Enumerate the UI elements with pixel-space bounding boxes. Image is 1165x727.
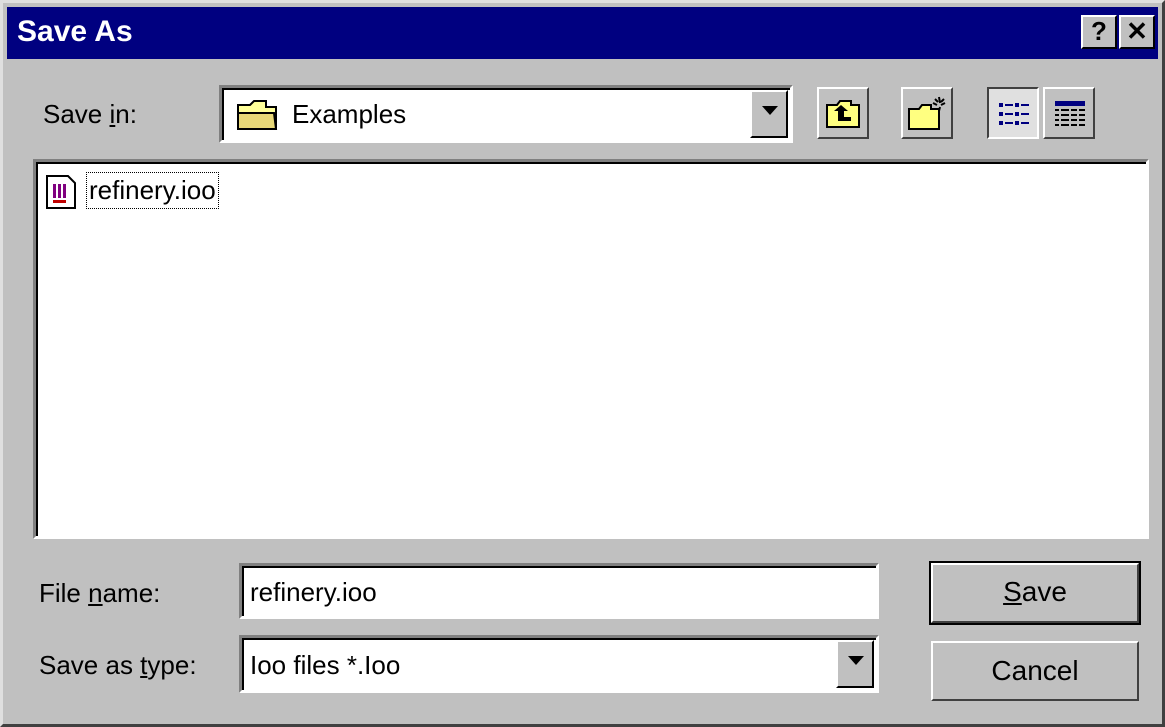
details-view-button[interactable] [1043,87,1095,139]
details-view-icon [1055,101,1085,126]
save-as-type-dropdown-button[interactable] [836,640,874,688]
save-as-type-dropdown[interactable]: Ioo files *.Ioo [239,635,879,693]
save-in-label: Save in: [43,99,137,129]
file-list[interactable]: refinery.ioo [33,159,1149,539]
up-one-level-button[interactable] [817,87,869,139]
new-folder-icon [908,96,946,130]
save-as-type-value: Ioo files *.Ioo [250,650,401,680]
save-in-dropdown-button[interactable] [750,90,788,138]
close-icon: ✕ [1126,16,1148,46]
list-view-icon [999,103,1029,125]
title-bar[interactable]: Save As ? ✕ [7,7,1158,59]
save-as-dialog: Save As ? ✕ Save in: Examples refinery.i… [0,0,1165,727]
file-name-label: File name: [39,578,161,608]
file-name-input[interactable]: refinery.ioo [239,563,879,619]
file-name-text: refinery.ioo [86,172,219,209]
folder-icon [237,100,278,130]
help-button[interactable]: ? [1081,15,1117,49]
new-folder-button[interactable] [901,87,953,139]
cancel-button[interactable]: Cancel [931,641,1139,701]
window-title: Save As [17,15,133,48]
save-in-value: Examples [292,99,407,129]
file-name-value: refinery.ioo [250,577,377,607]
save-in-dropdown[interactable]: Examples [219,85,793,143]
save-as-type-label: Save as type: [39,650,197,680]
document-icon [46,175,76,209]
save-button[interactable]: Save [929,561,1141,625]
list-view-button[interactable] [987,87,1039,139]
up-folder-icon [826,100,860,128]
close-button[interactable]: ✕ [1119,15,1155,49]
